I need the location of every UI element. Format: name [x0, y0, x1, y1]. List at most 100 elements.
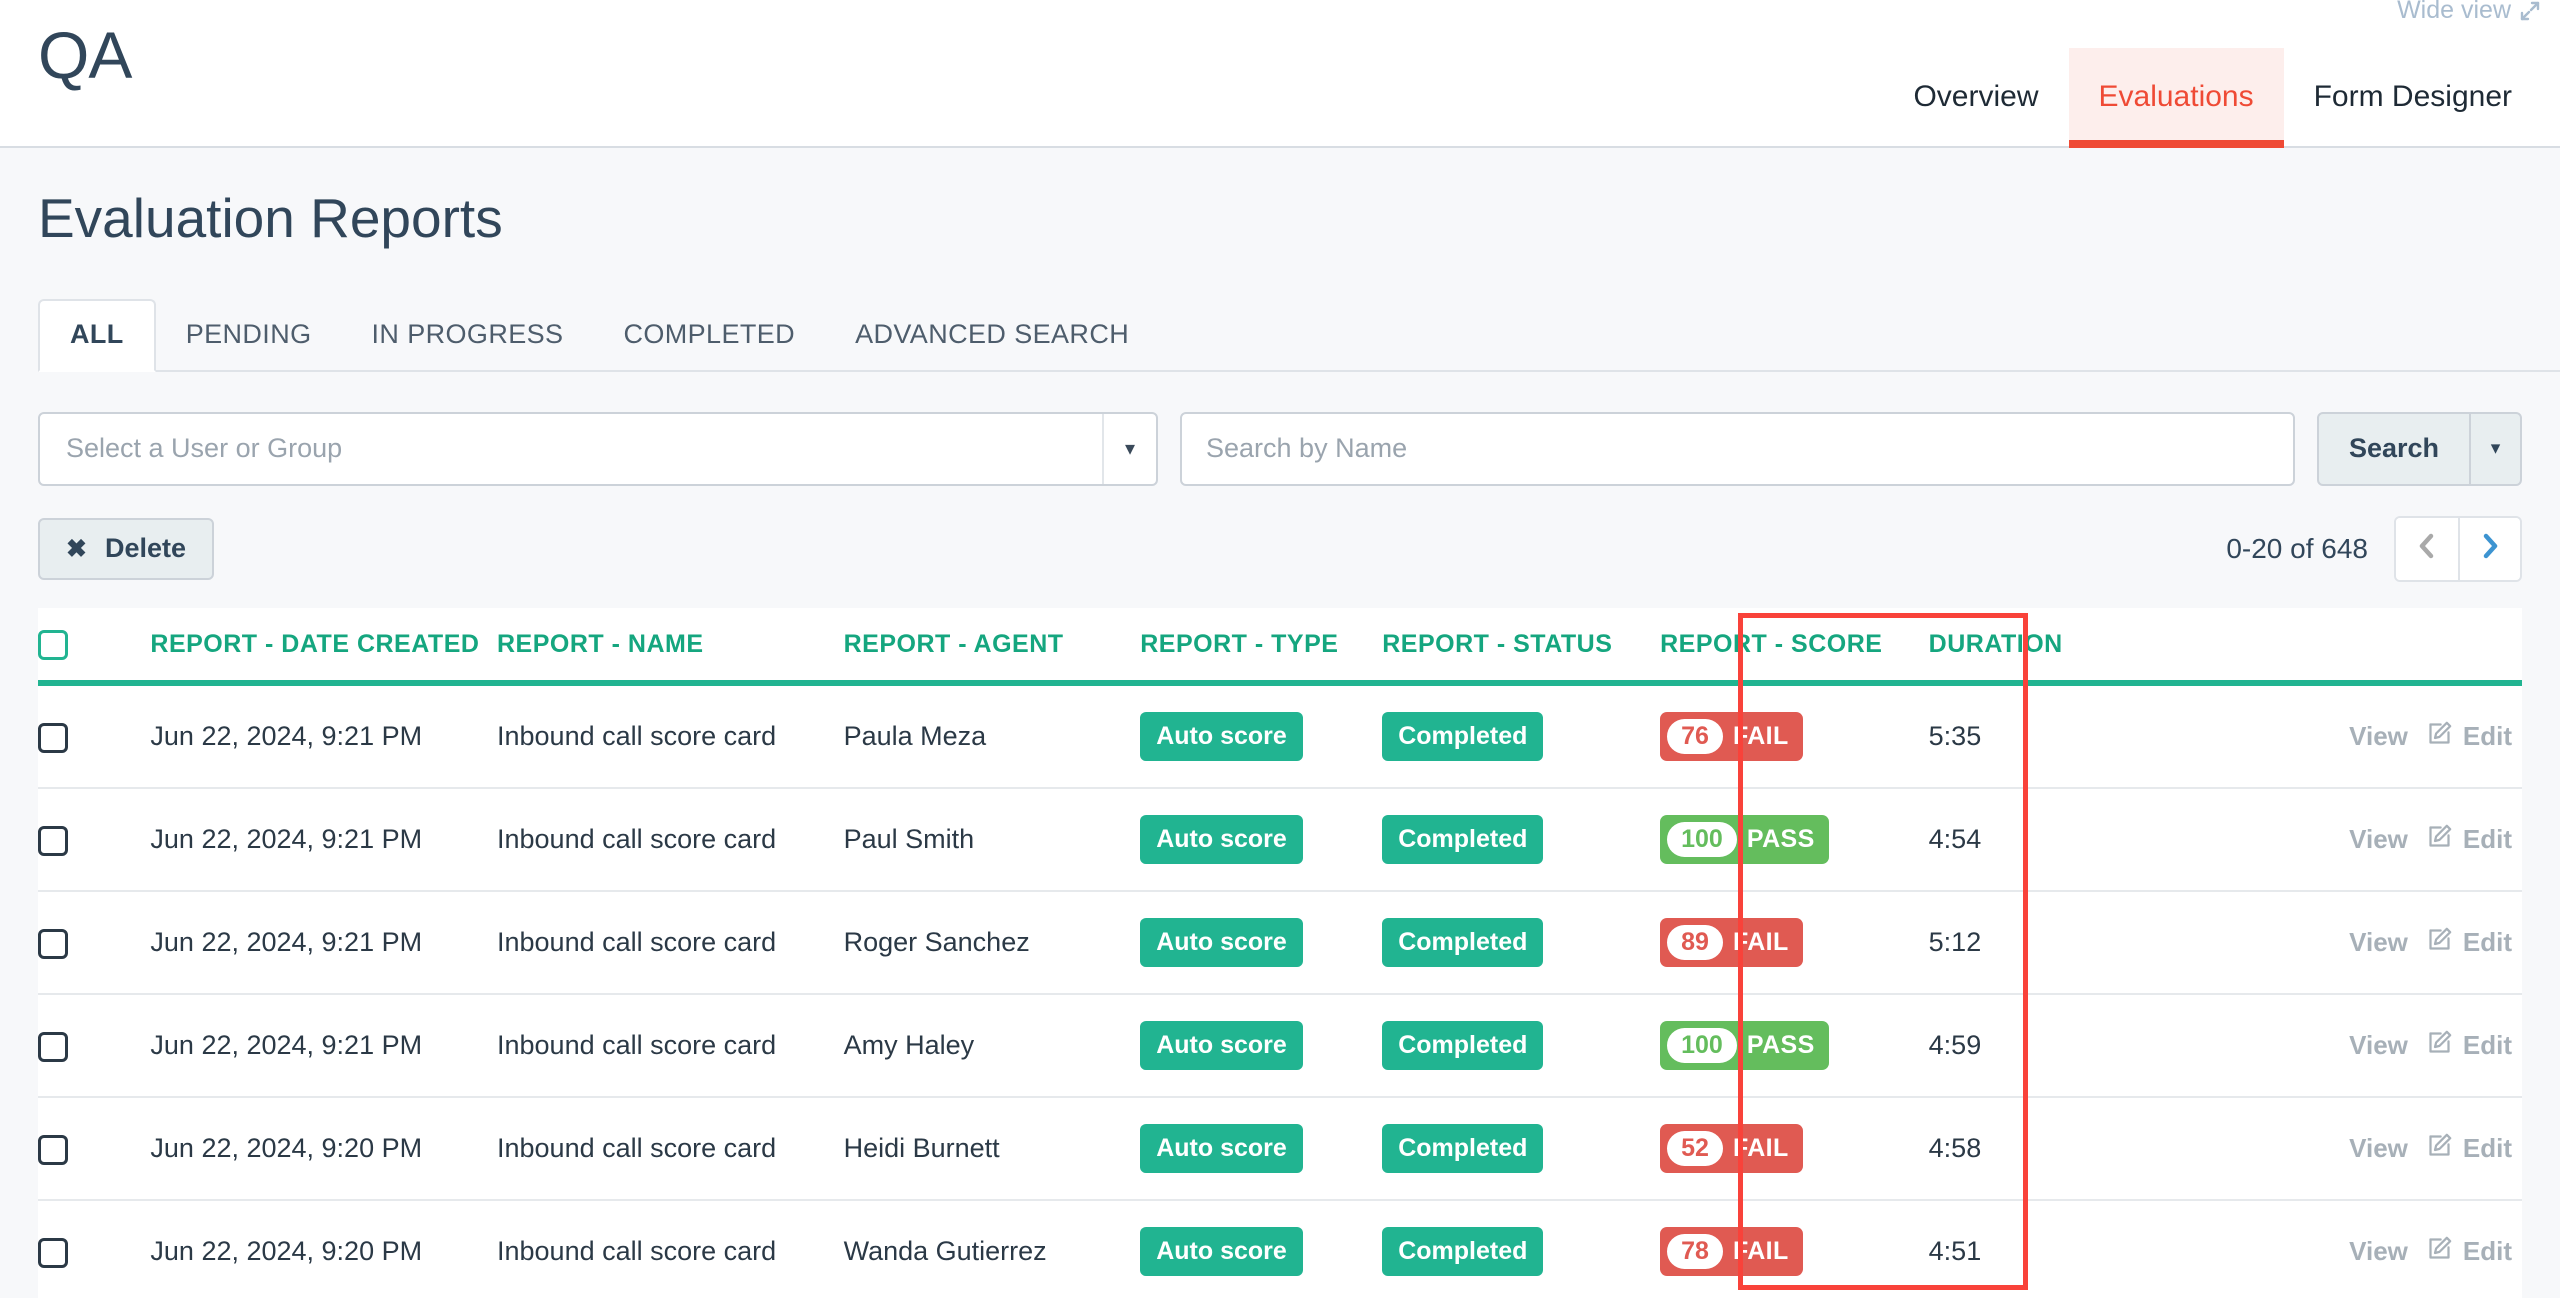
pencil-edit-icon	[2426, 1132, 2453, 1166]
table-row[interactable]: Jun 22, 2024, 9:21 PM Inbound call score…	[38, 683, 2522, 790]
pencil-edit-icon	[2426, 823, 2453, 857]
edit-link[interactable]: Edit	[2463, 927, 2512, 958]
search-button[interactable]: Search	[2316, 411, 2470, 486]
column-header-type[interactable]: REPORT - TYPE	[1140, 607, 1383, 684]
column-header-actions	[2209, 607, 2522, 684]
tab-label: ADVANCED SEARCH	[855, 318, 1130, 349]
delete-button[interactable]: ✖ Delete	[38, 517, 214, 580]
row-checkbox[interactable]	[38, 825, 68, 856]
score-value: 100	[1667, 1028, 1737, 1064]
edit-action[interactable]: Edit	[2426, 1235, 2512, 1269]
edit-action[interactable]: Edit	[2426, 823, 2512, 857]
edit-link[interactable]: Edit	[2463, 1236, 2512, 1267]
page-body: Evaluation Reports ALL PENDING IN PROGRE…	[0, 148, 2560, 1298]
pagination-prev-button[interactable]	[2396, 517, 2458, 580]
user-group-select[interactable]: Select a User or Group ▾	[38, 411, 1158, 486]
view-link[interactable]: View	[2349, 1030, 2408, 1061]
nav-tab-form-designer[interactable]: Form Designer	[2284, 48, 2542, 146]
edit-link[interactable]: Edit	[2463, 1030, 2512, 1061]
search-input[interactable]	[1180, 411, 2295, 486]
column-header-duration[interactable]: DURATION	[1928, 607, 2210, 684]
edit-link[interactable]: Edit	[2463, 721, 2512, 752]
column-header-name[interactable]: REPORT - NAME	[497, 607, 844, 684]
edit-action[interactable]: Edit	[2426, 1132, 2512, 1166]
row-actions: View Edit	[2210, 720, 2522, 754]
cell-duration: 4:58	[1928, 1097, 2210, 1202]
table-row[interactable]: Jun 22, 2024, 9:21 PM Inbound call score…	[38, 994, 2522, 1099]
table-row[interactable]: Jun 22, 2024, 9:21 PM Inbound call score…	[38, 891, 2522, 996]
wide-view-label: Wide view	[2397, 0, 2511, 24]
tab-pending[interactable]: PENDING	[156, 319, 342, 370]
select-all-checkbox[interactable]	[38, 630, 68, 661]
cell-duration: 5:12	[1928, 891, 2210, 996]
cell-score: 78 FAIL	[1660, 1200, 1929, 1298]
row-select-cell	[38, 788, 151, 893]
cell-agent: Paula Meza	[843, 683, 1141, 790]
table-body: Jun 22, 2024, 9:21 PM Inbound call score…	[38, 683, 2522, 1298]
nav-tab-overview[interactable]: Overview	[1883, 48, 2068, 146]
row-select-cell	[38, 683, 151, 790]
tab-label: PENDING	[185, 318, 312, 349]
cell-actions: View Edit	[2209, 891, 2522, 996]
edit-action[interactable]: Edit	[2426, 1029, 2512, 1063]
column-header-agent[interactable]: REPORT - AGENT	[843, 607, 1141, 684]
tab-in-progress[interactable]: IN PROGRESS	[342, 319, 594, 370]
row-checkbox[interactable]	[38, 722, 68, 753]
tab-all[interactable]: ALL	[38, 298, 156, 372]
column-header-date-created[interactable]: REPORT - DATE CREATED	[150, 607, 497, 684]
row-checkbox[interactable]	[38, 1237, 68, 1268]
app-header: QA Wide view Overview Evaluations Form D…	[0, 0, 2560, 148]
cell-type: Auto score	[1140, 891, 1383, 996]
status-badge: Completed	[1382, 918, 1544, 968]
cell-name: Inbound call score card	[497, 1097, 844, 1202]
score-value: 100	[1667, 822, 1737, 858]
view-link[interactable]: View	[2349, 927, 2408, 958]
row-select-cell	[38, 891, 151, 996]
table-header: REPORT - DATE CREATED REPORT - NAME REPO…	[38, 607, 2522, 684]
type-badge: Auto score	[1140, 815, 1303, 865]
tab-advanced-search[interactable]: ADVANCED SEARCH	[825, 319, 1159, 370]
column-header-status[interactable]: REPORT - STATUS	[1382, 607, 1661, 684]
score-badge: 100 PASS	[1660, 815, 1829, 865]
cell-actions: View Edit	[2209, 994, 2522, 1099]
row-checkbox[interactable]	[38, 1134, 68, 1165]
table-header-row: REPORT - DATE CREATED REPORT - NAME REPO…	[38, 607, 2522, 684]
row-checkbox[interactable]	[38, 1031, 68, 1062]
view-link[interactable]: View	[2349, 1133, 2408, 1164]
view-link[interactable]: View	[2349, 721, 2408, 752]
tab-completed[interactable]: COMPLETED	[593, 319, 825, 370]
cell-duration: 5:35	[1928, 683, 2210, 790]
column-header-score[interactable]: REPORT - SCORE	[1660, 607, 1929, 684]
chevron-down-icon[interactable]: ▾	[1102, 413, 1156, 484]
cell-agent: Roger Sanchez	[843, 891, 1141, 996]
search-options-chevron-down-icon[interactable]: ▾	[2470, 411, 2522, 486]
table-row[interactable]: Jun 22, 2024, 9:21 PM Inbound call score…	[38, 788, 2522, 893]
table-row[interactable]: Jun 22, 2024, 9:20 PM Inbound call score…	[38, 1097, 2522, 1202]
score-value: 52	[1667, 1131, 1723, 1167]
nav-tab-evaluations[interactable]: Evaluations	[2068, 48, 2284, 148]
cell-date-created: Jun 22, 2024, 9:20 PM	[150, 1200, 497, 1298]
view-link[interactable]: View	[2349, 824, 2408, 855]
table-row[interactable]: Jun 22, 2024, 9:20 PM Inbound call score…	[38, 1200, 2522, 1298]
cell-status: Completed	[1382, 683, 1661, 790]
chevron-left-icon	[2414, 531, 2440, 566]
user-group-placeholder: Select a User or Group	[66, 433, 343, 464]
row-checkbox[interactable]	[38, 928, 68, 959]
cell-actions: View Edit	[2209, 683, 2522, 790]
score-value: 76	[1667, 719, 1723, 755]
type-badge: Auto score	[1140, 1124, 1303, 1174]
edit-action[interactable]: Edit	[2426, 926, 2512, 960]
cell-name: Inbound call score card	[497, 891, 844, 996]
row-actions: View Edit	[2210, 1235, 2522, 1269]
evaluation-reports-table-wrapper: REPORT - DATE CREATED REPORT - NAME REPO…	[38, 607, 2522, 1298]
wide-view-toggle[interactable]: Wide view	[2397, 0, 2542, 25]
pagination-next-button[interactable]	[2458, 517, 2520, 580]
status-badge: Completed	[1382, 815, 1544, 865]
view-link[interactable]: View	[2349, 1236, 2408, 1267]
tab-label: IN PROGRESS	[371, 318, 564, 349]
score-result: PASS	[1746, 1031, 1815, 1060]
edit-action[interactable]: Edit	[2426, 720, 2512, 754]
cell-date-created: Jun 22, 2024, 9:20 PM	[150, 1097, 497, 1202]
edit-link[interactable]: Edit	[2463, 824, 2512, 855]
edit-link[interactable]: Edit	[2463, 1133, 2512, 1164]
